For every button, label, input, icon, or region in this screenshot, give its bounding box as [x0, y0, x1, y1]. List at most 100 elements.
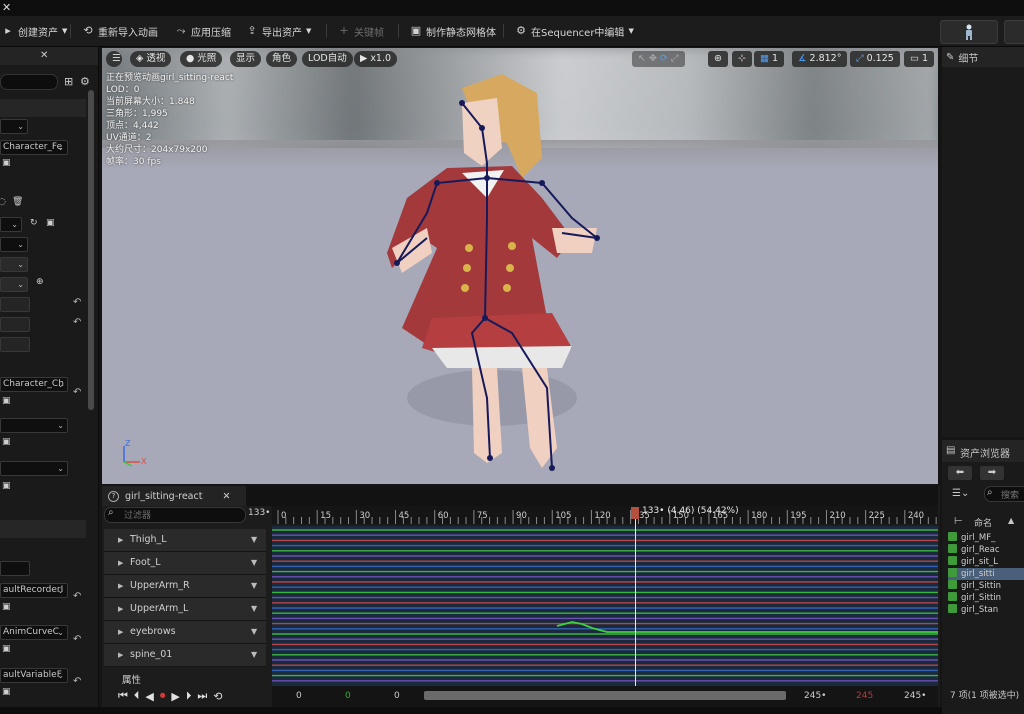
character-button[interactable]: 角色 — [266, 51, 298, 67]
dropdown[interactable]: ⌄ — [0, 237, 28, 252]
value-field[interactable] — [0, 561, 30, 576]
asset-search-input[interactable]: ⌕ 搜索 — [984, 486, 1024, 502]
content-browser-tab[interactable]: ▤ 资产浏览器 — [942, 440, 1024, 462]
asset-item[interactable]: girl_MF_ — [948, 532, 1024, 544]
timeline-ruler[interactable]: 0 15 30 45 60 75 90 105 120 135 150 165 180 195 210 225… — [272, 506, 938, 524]
play-start[interactable]: 0 — [345, 691, 351, 701]
dropdown[interactable]: ⌄ — [0, 461, 68, 476]
filter-icon[interactable]: ☰⌄ — [952, 488, 969, 499]
reimport-animation-button[interactable]: ⟲ 重新导入动画 — [82, 23, 158, 39]
track-row[interactable]: ▶ spine_01 ▼ — [104, 644, 266, 667]
refresh-icon[interactable]: ↻ — [30, 218, 40, 228]
section-header[interactable] — [0, 99, 86, 117]
asset-item[interactable]: girl_Sittin — [948, 592, 1024, 604]
folder-icon[interactable]: ▣ — [2, 481, 12, 491]
dropdown[interactable]: ⌄ — [0, 277, 28, 292]
settings-icon[interactable]: ⚙ — [80, 75, 90, 88]
loop-icon[interactable]: ⟲ — [213, 690, 222, 703]
coordinate-space-button[interactable]: ⊛ — [708, 51, 728, 67]
back-button[interactable]: ⬅ — [948, 466, 972, 480]
skip-to-start-icon[interactable]: ⏮ — [118, 689, 128, 703]
asset-item[interactable]: girl_Reac — [948, 544, 1024, 556]
variable-combo[interactable]: aultVariableF ⌄ — [0, 668, 68, 683]
folder-icon[interactable]: ▣ — [2, 396, 12, 406]
range-start[interactable]: 0 — [296, 691, 302, 701]
search-input[interactable] — [0, 74, 58, 90]
asset-item[interactable]: girl_Stan — [948, 604, 1024, 616]
play-end[interactable]: 245 — [856, 691, 873, 701]
surface-snap-button[interactable]: ⊹ — [732, 51, 752, 67]
export-asset-button[interactable]: ⇪ 导出资产 ▼ — [246, 23, 311, 39]
reset-arrow-icon[interactable]: ↶ — [73, 317, 81, 328]
delete-icon[interactable]: 🗑 — [12, 197, 23, 207]
viewport[interactable]: Z X ☰ ◈ 透视 ● 光照 显示 角色 LOD自动 ▶ x1.0 ↖ ✥ ⟳ ⤢ ⊛ ⊹… — [102, 48, 938, 484]
forward-button[interactable]: ➡ — [980, 466, 1004, 480]
track-row[interactable]: ▶ UpperArm_R ▼ — [104, 575, 266, 598]
viewport-menu-button[interactable]: ☰ — [106, 51, 122, 67]
reset-arrow-icon[interactable]: ↶ — [73, 676, 81, 687]
timeline-tab[interactable]: ? girl_sitting-react ✕ — [102, 486, 246, 506]
add-icon[interactable]: ⊕ — [36, 277, 46, 287]
sort-icon[interactable]: ▲ — [1008, 516, 1014, 525]
lit-button[interactable]: ● 光照 — [180, 51, 223, 67]
reset-arrow-icon[interactable]: ↶ — [73, 591, 81, 602]
track-row[interactable]: ▶ Thigh_L ▼ — [104, 529, 266, 552]
reset-icon[interactable]: ◌ — [0, 197, 8, 207]
transform-tools[interactable]: ↖ ✥ ⟳ ⤢ — [632, 51, 685, 67]
close-icon[interactable]: ✕ — [2, 1, 11, 14]
view-end[interactable]: 245• — [804, 691, 827, 701]
lod-button[interactable]: LOD自动 — [302, 51, 353, 67]
show-button[interactable]: 显示 — [230, 51, 262, 67]
dropdown[interactable]: ⌄ — [0, 217, 22, 232]
section-header[interactable] — [0, 520, 86, 538]
details-tab[interactable]: ✎ 细节 — [942, 47, 1024, 67]
value-field[interactable] — [0, 317, 30, 332]
reset-arrow-icon[interactable]: ↶ — [73, 297, 81, 308]
track-row[interactable]: ▶ eyebrows ▼ — [104, 621, 266, 644]
folder-icon[interactable]: ▣ — [2, 158, 12, 168]
create-asset-button[interactable]: ▸ 创建资产 ▼ — [2, 23, 67, 39]
range-end[interactable]: 245• — [904, 691, 927, 701]
value-field[interactable] — [0, 297, 30, 312]
track-row[interactable]: ▶ UpperArm_L ▼ — [104, 598, 266, 621]
dropdown[interactable]: ⌄ — [0, 119, 28, 134]
character-combo[interactable]: Character_Ch ⌄ — [0, 377, 68, 392]
left-panel-scrollbar[interactable] — [88, 90, 94, 410]
asset-item-selected[interactable]: girl_sitti — [948, 568, 1024, 580]
asset-item[interactable]: girl_Sittin — [948, 580, 1024, 592]
close-tab-icon[interactable]: ✕ — [222, 491, 230, 502]
table-icon[interactable]: ⊞ — [64, 75, 73, 88]
anim-curve-combo[interactable]: AnimCurveC ⌄ — [0, 625, 68, 640]
playhead-handle[interactable] — [631, 507, 639, 519]
playhead[interactable] — [635, 508, 636, 686]
toolbar-overflow-button[interactable] — [1004, 20, 1024, 44]
skip-to-end-icon[interactable]: ⏭ — [197, 689, 207, 703]
play-icon[interactable]: ▶ — [171, 690, 179, 703]
folder-icon[interactable]: ▣ — [2, 687, 12, 697]
scale-snap-button[interactable]: ⤢ 0.125 — [850, 51, 900, 67]
step-forward-icon[interactable]: ⏵ — [186, 689, 192, 703]
skeleton-mode-button[interactable] — [940, 20, 998, 44]
help-icon[interactable]: ? — [108, 490, 119, 502]
asset-item[interactable]: girl_sit_L — [948, 556, 1024, 568]
make-static-mesh-button[interactable]: ▣ 制作静态网格体 — [410, 23, 496, 39]
current-frame-field[interactable]: 133• — [248, 508, 271, 518]
reset-arrow-icon[interactable]: ↶ — [73, 387, 81, 398]
folder-icon[interactable]: ▣ — [46, 218, 56, 228]
apply-compression-button[interactable]: ⤳ 应用压缩 — [175, 23, 231, 39]
playback-speed-button[interactable]: ▶ x1.0 — [354, 51, 398, 67]
dropdown[interactable]: ⌄ — [0, 418, 68, 433]
play-reverse-icon[interactable]: ◀ — [145, 690, 153, 703]
value-field[interactable] — [0, 337, 30, 352]
name-column-header[interactable]: 命名 — [974, 516, 992, 529]
recorder-combo[interactable]: aultRecorderI ⌄ — [0, 583, 68, 598]
camera-speed-button[interactable]: ▭ 1 — [904, 51, 935, 67]
keyframe-button[interactable]: + 关键帧 — [338, 23, 384, 39]
timeline-scrollbar[interactable] — [424, 691, 786, 700]
view-start[interactable]: 0 — [394, 691, 400, 701]
step-back-icon[interactable]: ⏴ — [134, 689, 140, 703]
skeleton-combo[interactable]: Character_Fe ⌄ — [0, 140, 68, 155]
folder-icon[interactable]: ▣ — [2, 602, 12, 612]
folder-icon[interactable]: ▣ — [2, 644, 12, 654]
record-icon[interactable]: ⏺ — [160, 689, 166, 703]
